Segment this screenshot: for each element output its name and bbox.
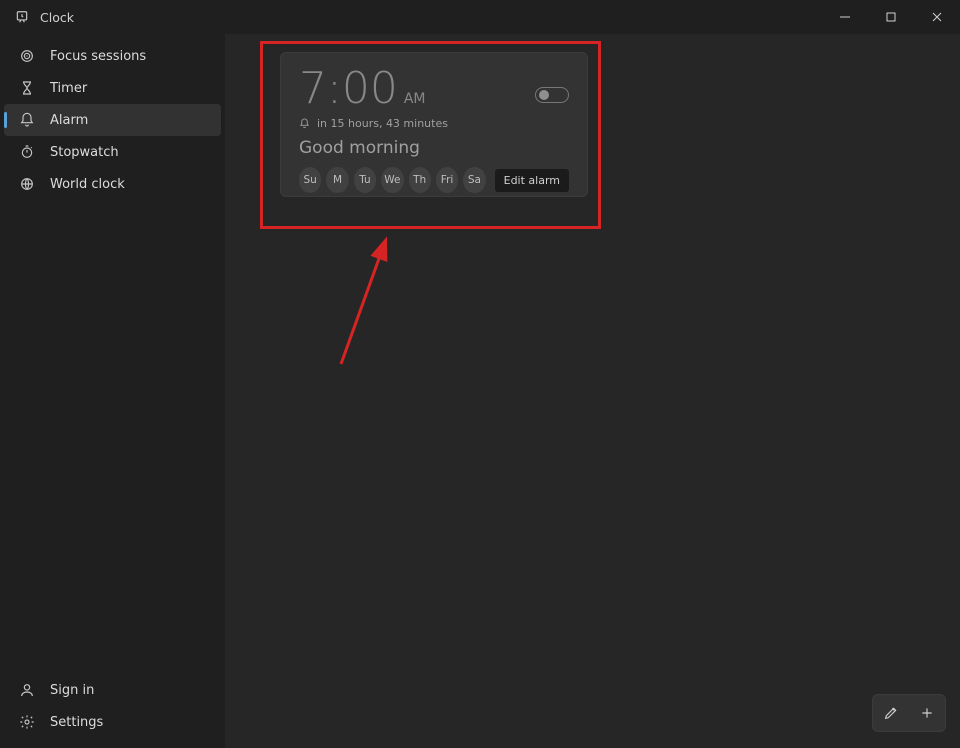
target-icon [18,48,36,64]
maximize-button[interactable] [868,0,914,34]
edit-alarm-tooltip: Edit alarm [495,169,569,192]
clock-app-icon [14,9,30,25]
hourglass-icon [18,80,36,96]
day-pill-we[interactable]: We [381,167,403,193]
day-pill-fr[interactable]: Fri [436,167,458,193]
alarm-days-row: Su M Tu We Th Fri Sa Edit alarm [299,167,569,193]
annotation-arrow [337,234,407,374]
sidebar-item-label: Stopwatch [50,145,119,160]
sidebar-item-label: Settings [50,715,103,730]
app-title: Clock [40,10,74,25]
window-controls [822,0,960,34]
alarm-toggle[interactable] [535,87,569,103]
toggle-knob [539,90,549,100]
alarm-countdown-row: in 15 hours, 43 minutes [299,117,569,130]
day-pill-tu[interactable]: Tu [354,167,376,193]
globe-icon [18,176,36,192]
sidebar-item-label: World clock [50,177,125,192]
bell-icon [18,112,36,128]
title-bar: Clock [0,0,960,34]
sidebar-item-timer[interactable]: Timer [4,72,221,104]
sidebar-item-label: Sign in [50,683,94,698]
close-button[interactable] [914,0,960,34]
alarm-countdown: in 15 hours, 43 minutes [317,117,448,130]
sidebar-item-signin[interactable]: Sign in [4,674,221,706]
alarm-card[interactable]: 7:00 AM in 15 hours, 43 minutes Good mor… [280,52,588,197]
title-bar-left: Clock [0,9,74,25]
minimize-button[interactable] [822,0,868,34]
gear-icon [18,714,36,730]
person-icon [18,682,36,698]
sidebar-item-settings[interactable]: Settings [4,706,221,738]
alarm-name: Good morning [299,138,569,158]
alarm-ampm: AM [404,91,426,111]
stopwatch-icon [18,144,36,160]
day-pill-m[interactable]: M [326,167,348,193]
main-content: 7:00 AM in 15 hours, 43 minutes Good mor… [225,34,960,748]
add-alarm-button[interactable] [909,695,945,731]
bottom-action-bar [872,694,946,732]
sidebar: Focus sessions Timer Alarm Stopwatch Wor [0,34,225,748]
edit-alarms-button[interactable] [873,695,909,731]
sidebar-item-label: Timer [50,81,87,96]
sidebar-item-alarm[interactable]: Alarm [4,104,221,136]
alarm-time: 7:00 [299,67,398,111]
sidebar-item-label: Focus sessions [50,49,146,64]
day-pill-su[interactable]: Su [299,167,321,193]
sidebar-item-label: Alarm [50,113,88,128]
day-pill-sa[interactable]: Sa [463,167,485,193]
bell-small-icon [299,118,310,129]
sidebar-item-stopwatch[interactable]: Stopwatch [4,136,221,168]
day-pill-th[interactable]: Th [409,167,431,193]
sidebar-item-focus-sessions[interactable]: Focus sessions [4,40,221,72]
sidebar-item-world-clock[interactable]: World clock [4,168,221,200]
